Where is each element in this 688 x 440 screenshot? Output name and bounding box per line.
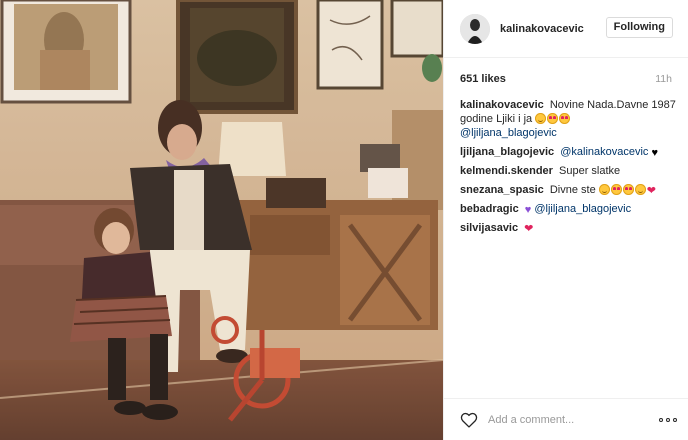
heart-eyes-emoji-icon — [547, 113, 559, 124]
post-header: kalinakovacevic Following — [444, 0, 688, 58]
comment-author[interactable]: kalinakovacevic — [460, 99, 544, 111]
comment-text: Super slatke — [559, 165, 621, 177]
comment-item: silvijasavic ❤ — [460, 221, 678, 235]
comment-text: Divne ste — [549, 184, 596, 196]
heart-outline-icon[interactable] — [460, 412, 478, 428]
post-meta: 651 likes 11h — [460, 70, 672, 88]
comment-author[interactable]: snezana_spasic — [460, 184, 544, 196]
comment-author[interactable]: bebadragic — [460, 203, 519, 215]
comment-author[interactable]: kelmendi.skender — [460, 165, 553, 177]
post-sidebar: kalinakovacevic Following 651 likes 11h … — [443, 0, 688, 440]
add-comment-input[interactable] — [488, 413, 659, 426]
comment-item: kelmendi.skender Super slatke — [460, 164, 678, 178]
comment-mention[interactable]: @kalinakovacevic — [560, 146, 648, 158]
heart-eyes-emoji-icon — [622, 184, 634, 195]
dot-icon — [673, 417, 677, 422]
comment-bar — [444, 398, 688, 440]
dot-icon — [659, 417, 663, 422]
following-button[interactable]: Following — [605, 17, 673, 38]
comment-item: ljiljana_blagojevic @kalinakovacevic ♥ — [460, 145, 678, 159]
black-heart-icon: ♥ — [651, 147, 659, 159]
comment-list: kalinakovacevic Novine Nada.Davne 1987 g… — [460, 98, 678, 240]
likes-count[interactable]: 651 likes — [460, 73, 506, 85]
purple-heart-icon: ♥ — [524, 204, 532, 216]
comment-item: snezana_spasic Divne ste ❤ — [460, 183, 678, 197]
red-heart-icon: ❤ — [646, 185, 656, 197]
username-link[interactable]: kalinakovacevic — [500, 23, 584, 35]
heart-eyes-emoji-icon — [559, 113, 571, 124]
avatar-image — [460, 13, 490, 44]
comment-mention[interactable]: @ljiljana_blagojevic — [460, 127, 557, 139]
comment-author[interactable]: silvijasavic — [460, 222, 518, 234]
more-options-icon[interactable] — [659, 417, 677, 423]
vintage-photo-image — [0, 0, 443, 440]
smiling-face-emoji-icon — [598, 184, 610, 195]
comment-author[interactable]: ljiljana_blagojevic — [460, 146, 554, 158]
smiling-face-emoji-icon — [535, 113, 547, 124]
comment-mention[interactable]: @ljiljana_blagojevic — [534, 203, 631, 215]
comment-item: kalinakovacevic Novine Nada.Davne 1987 g… — [460, 98, 678, 140]
post-photo[interactable] — [0, 0, 443, 440]
heart-eyes-emoji-icon — [610, 184, 622, 195]
smiling-face-emoji-icon — [634, 184, 646, 195]
red-heart-icon: ❤ — [524, 223, 534, 235]
comment-item: bebadragic ♥ @ljiljana_blagojevic — [460, 202, 678, 216]
avatar[interactable] — [460, 13, 490, 44]
dot-icon — [666, 417, 670, 422]
post-timestamp[interactable]: 11h — [655, 73, 672, 85]
